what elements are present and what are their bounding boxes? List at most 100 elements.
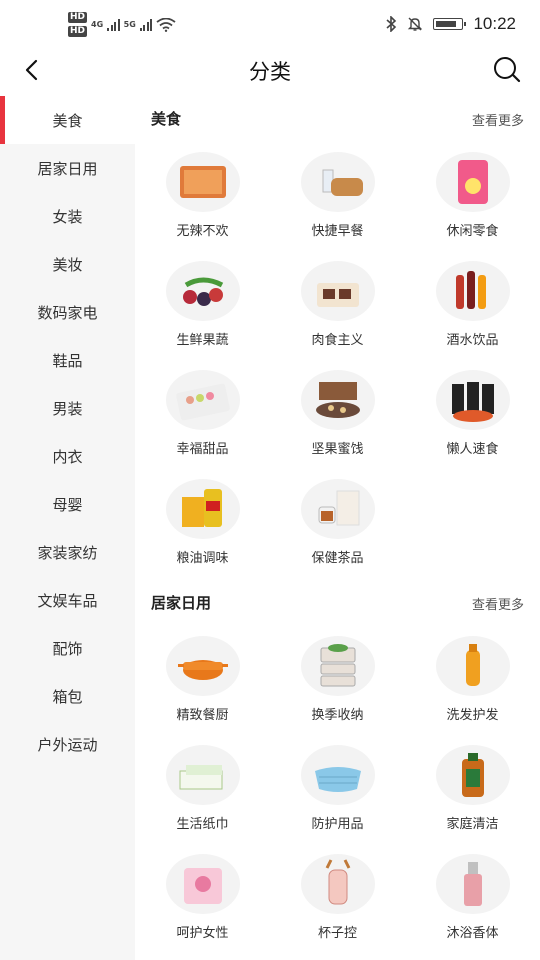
subcategory-label: 无辣不欢 <box>176 224 229 239</box>
subcategory-label: 粮油调味 <box>176 551 229 566</box>
hd-badge-2: HD <box>68 26 88 37</box>
battery-icon <box>433 18 467 30</box>
subcategory-thumbnail <box>165 745 240 805</box>
subcategory-thumbnail <box>300 370 375 430</box>
subcategory-thumbnail <box>165 370 240 430</box>
subcategory-item[interactable]: 换季收纳 <box>270 626 405 735</box>
subcategory-label: 懒人速食 <box>446 442 499 457</box>
signal-icon-2 <box>139 18 153 31</box>
subcategory-thumbnail <box>165 854 240 914</box>
bluetooth-icon <box>386 16 397 32</box>
subcategory-thumbnail <box>300 636 375 696</box>
subcategory-label: 快捷早餐 <box>311 224 364 239</box>
subcategory-label: 保健茶品 <box>311 551 364 566</box>
sidebar-item[interactable]: 家装家纺 <box>0 528 135 576</box>
search-icon[interactable] <box>492 56 522 84</box>
section-header: 居家日用 查看更多 <box>135 580 540 626</box>
page-title: 分类 <box>249 60 291 84</box>
subcategory-label: 幸福甜品 <box>176 442 229 457</box>
subcategory-label: 生活纸巾 <box>176 817 229 832</box>
subcategory-label: 家庭清洁 <box>446 817 499 832</box>
sidebar-item[interactable]: 鞋品 <box>0 336 135 384</box>
subcategory-thumbnail <box>300 152 375 212</box>
subcategory-thumbnail <box>435 261 510 321</box>
subcategory-item[interactable]: 肉食主义 <box>270 251 405 360</box>
signal-icon <box>107 18 120 31</box>
status-left: HD HD 4G 5G <box>68 12 176 37</box>
sidebar-item[interactable]: 居家日用 <box>0 144 135 192</box>
status-bar: HD HD 4G 5G 10:22 <box>0 0 540 50</box>
subcategory-thumbnail <box>435 152 510 212</box>
subcategory-item[interactable]: 酒水饮品 <box>405 251 540 360</box>
subcategory-label: 杯子控 <box>317 926 357 941</box>
subcategory-label: 呵护女性 <box>176 926 229 941</box>
sidebar-item[interactable]: 美妆 <box>0 240 135 288</box>
network-type-1: 4G <box>91 20 104 29</box>
subcategory-item[interactable]: 粮油调味 <box>135 469 270 578</box>
sidebar-item[interactable]: 男装 <box>0 384 135 432</box>
sidebar-item[interactable]: 配饰 <box>0 624 135 672</box>
wifi-icon <box>156 17 176 32</box>
subcategory-item[interactable]: 无辣不欢 <box>135 142 270 251</box>
section-header: 美食 查看更多 <box>135 96 540 142</box>
subcategory-item[interactable]: 精致餐厨 <box>135 626 270 735</box>
subcategory-item[interactable]: 沐浴香体 <box>405 844 540 953</box>
subcategory-label: 洗发护发 <box>446 708 499 723</box>
subcategory-item[interactable]: 洗发护发 <box>405 626 540 735</box>
subcategory-item[interactable]: 家庭清洁 <box>405 735 540 844</box>
mute-bell-icon <box>408 17 423 31</box>
subcategory-thumbnail <box>300 854 375 914</box>
subcategory-item[interactable]: 懒人速食 <box>405 360 540 469</box>
subcategory-thumbnail <box>300 261 375 321</box>
subcategory-thumbnail <box>435 745 510 805</box>
sidebar-item[interactable]: 女装 <box>0 192 135 240</box>
section-food: 美食 查看更多 无辣不欢 快捷早餐 休闲零食生鲜果蔬 肉食主义 酒水饮品幸福甜品 坚果蜜饯… <box>135 96 540 578</box>
subcategory-label: 换季收纳 <box>311 708 364 723</box>
clock: 10:22 <box>473 14 516 33</box>
subcategory-item[interactable]: 防护用品 <box>270 735 405 844</box>
section-title: 居家日用 <box>151 594 212 612</box>
subcategory-thumbnail <box>435 636 510 696</box>
subcategory-item[interactable]: 保健茶品 <box>270 469 405 578</box>
category-sidebar: 美食 居家日用 女装 美妆 数码家电 鞋品 男装 内衣 母婴 家装家纺 文娱车品 配饰 箱包 户外运动 <box>0 96 135 960</box>
hd-badges: HD HD <box>68 12 88 37</box>
hd-badge-1: HD <box>68 12 88 23</box>
subcategory-label: 精致餐厨 <box>176 708 229 723</box>
subcategory-item[interactable]: 生鲜果蔬 <box>135 251 270 360</box>
sidebar-item[interactable]: 内衣 <box>0 432 135 480</box>
sidebar-item[interactable]: 母婴 <box>0 480 135 528</box>
sidebar-item[interactable]: 美食 <box>0 96 135 144</box>
subcategory-item[interactable]: 呵护女性 <box>135 844 270 953</box>
subcategory-thumbnail <box>165 479 240 539</box>
subcategory-thumbnail <box>435 370 510 430</box>
category-content: 美食 查看更多 无辣不欢 快捷早餐 休闲零食生鲜果蔬 肉食主义 酒水饮品幸福甜品 坚果蜜饯… <box>135 96 540 960</box>
see-more-link[interactable]: 查看更多 <box>472 110 524 129</box>
subcategory-thumbnail <box>300 479 375 539</box>
subcategory-label: 休闲零食 <box>446 224 499 239</box>
subcategory-label: 酒水饮品 <box>446 333 499 348</box>
subcategory-item[interactable]: 生活纸巾 <box>135 735 270 844</box>
subcategory-label: 沐浴香体 <box>446 926 499 941</box>
subcategory-label: 防护用品 <box>311 817 364 832</box>
subcategory-item[interactable]: 杯子控 <box>270 844 405 953</box>
subcategory-thumbnail <box>165 636 240 696</box>
subcategory-thumbnail <box>435 854 510 914</box>
subcategory-item[interactable]: 休闲零食 <box>405 142 540 251</box>
section-title: 美食 <box>151 110 182 128</box>
status-right: 10:22 <box>385 14 516 34</box>
sidebar-item[interactable]: 数码家电 <box>0 288 135 336</box>
sidebar-item[interactable]: 箱包 <box>0 672 135 720</box>
subcategory-label: 坚果蜜饯 <box>311 442 364 457</box>
subcategory-label: 肉食主义 <box>311 333 364 348</box>
subcategory-label: 生鲜果蔬 <box>176 333 229 348</box>
see-more-link[interactable]: 查看更多 <box>472 594 524 613</box>
subcategory-item[interactable]: 幸福甜品 <box>135 360 270 469</box>
subcategory-thumbnail <box>165 261 240 321</box>
subcategory-item[interactable]: 坚果蜜饯 <box>270 360 405 469</box>
sidebar-item[interactable]: 户外运动 <box>0 720 135 768</box>
subcategory-thumbnail <box>165 152 240 212</box>
subcategory-thumbnail <box>300 745 375 805</box>
sidebar-item[interactable]: 文娱车品 <box>0 576 135 624</box>
subcategory-item[interactable]: 快捷早餐 <box>270 142 405 251</box>
subcategory-grid: 无辣不欢 快捷早餐 休闲零食生鲜果蔬 肉食主义 酒水饮品幸福甜品 坚果蜜饯 懒人速食粮油调味… <box>135 142 540 578</box>
